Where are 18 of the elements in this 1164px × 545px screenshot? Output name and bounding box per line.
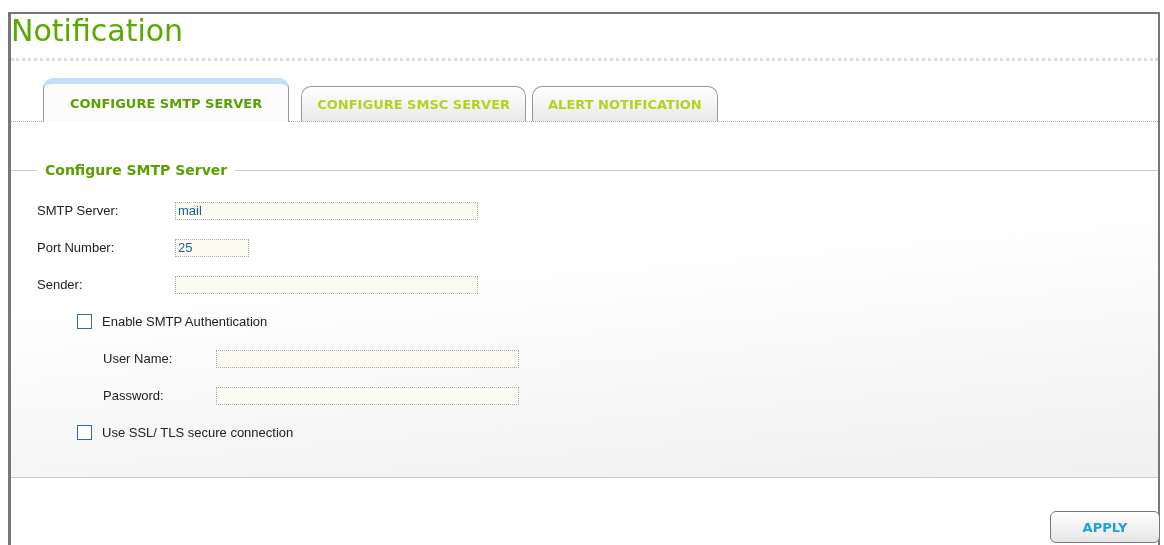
field-label: Port Number: [37, 240, 116, 255]
apply-button[interactable]: APPLY [1050, 511, 1160, 543]
field-label: Sender: [37, 277, 84, 292]
field-label: SMTP Server: [37, 203, 120, 218]
field-label: Password: [103, 388, 165, 403]
input-field[interactable]: mail [175, 201, 478, 220]
checkbox[interactable] [77, 425, 92, 440]
section-legend: Configure SMTP Server [37, 162, 236, 178]
tab[interactable]: CONFIGURE SMTP SERVER [43, 78, 290, 122]
input-field[interactable]: 25 [175, 238, 249, 257]
checkbox-label: Use SSL/ TLS secure connection [102, 425, 294, 440]
input-field[interactable] [175, 275, 478, 294]
input-field[interactable] [216, 349, 519, 368]
checkbox[interactable] [77, 314, 92, 329]
checkbox-label: Enable SMTP Authentication [102, 314, 268, 329]
page-title: Notification [11, 14, 184, 48]
field-label: User Name: [103, 351, 174, 366]
input-field[interactable] [216, 386, 519, 405]
